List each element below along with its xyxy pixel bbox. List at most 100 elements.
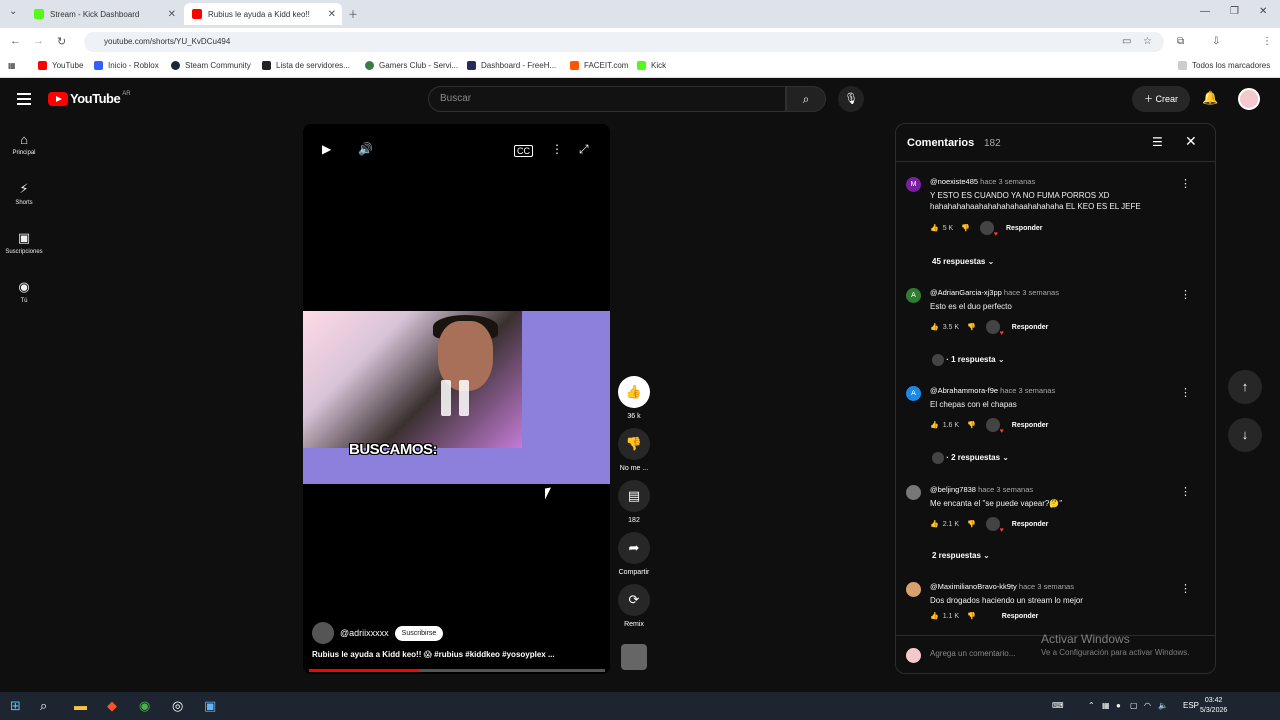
like-icon[interactable]: 👍 <box>930 612 939 620</box>
comments-button[interactable]: ▤ 182 <box>614 480 654 524</box>
browser-menu-icon[interactable]: ⋮ <box>1262 36 1272 47</box>
comment-author[interactable]: @MaximilianoBravo-kk9ty <box>930 582 1017 591</box>
fullscreen-icon[interactable]: ⤢ <box>579 142 589 157</box>
pause-icon[interactable] <box>441 380 473 416</box>
close-tab-icon[interactable]: ✕ <box>328 9 336 20</box>
youtube-logo[interactable]: YouTube AR <box>48 91 131 106</box>
shorts-player[interactable]: ▶ 🔊 CC ⋮ ⤢ BUSCAMOS: @adriixxxxx Suscrib… <box>303 124 610 674</box>
create-button[interactable]: ＋ Crear <box>1132 86 1190 112</box>
comment-author[interactable]: @beljing7838 <box>930 485 976 494</box>
previous-short-button[interactable]: ↑ <box>1228 370 1262 404</box>
commenter-avatar[interactable]: A <box>906 386 921 401</box>
file-explorer-icon[interactable]: ▬ <box>74 698 87 713</box>
menu-icon[interactable] <box>17 93 31 108</box>
maximize-icon[interactable]: ❐ <box>1230 6 1239 17</box>
close-icon[interactable]: ✕ <box>1185 133 1197 150</box>
replies-toggle[interactable]: · 1 respuesta ⌄ <box>932 354 1005 366</box>
channel-name[interactable]: @adriixxxxx <box>340 628 389 638</box>
mic-tray-icon[interactable]: ● <box>1116 701 1121 710</box>
sidebar-item-tu[interactable]: ◉ Tú <box>0 279 48 304</box>
commenter-avatar[interactable]: A <box>906 288 921 303</box>
volume-icon[interactable]: 🔊 <box>358 142 373 156</box>
cast-icon[interactable]: ▭ <box>1122 36 1131 47</box>
comment-menu-icon[interactable]: ⋮ <box>1180 288 1191 301</box>
bookmark-freeh[interactable]: Dashboard - FreeH... <box>467 61 556 70</box>
dislike-icon[interactable]: 👎 <box>961 224 970 232</box>
minimize-icon[interactable]: — <box>1200 6 1210 17</box>
bookmark-kick[interactable]: Kick <box>637 61 666 70</box>
reply-button[interactable]: Responder <box>1012 521 1049 528</box>
comment-menu-icon[interactable]: ⋮ <box>1180 386 1191 399</box>
chat-tray-icon[interactable]: ▢ <box>1130 701 1138 710</box>
bookmark-servers[interactable]: Lista de servidores... <box>262 61 350 70</box>
like-button[interactable]: 👍 36 k <box>614 376 654 420</box>
bookmark-youtube[interactable]: YouTube <box>38 61 83 70</box>
sidebar-item-suscripciones[interactable]: ▣ Suscripciones <box>0 230 48 255</box>
keyboard-icon[interactable]: ⌨ <box>1052 701 1064 710</box>
tab-list-icon[interactable]: ⌄ <box>9 6 17 17</box>
windows-start-icon[interactable]: ⊞ <box>10 698 21 714</box>
forward-icon[interactable]: → <box>33 35 44 47</box>
replies-toggle[interactable]: 2 respuestas ⌄ <box>932 551 990 560</box>
obs-icon[interactable]: ◎ <box>172 698 183 714</box>
video-frame[interactable]: BUSCAMOS: <box>303 311 610 484</box>
more-options-icon[interactable]: ⋮ <box>551 142 563 156</box>
comment-author[interactable]: @AdrianGarcia-xj3pp <box>930 288 1002 297</box>
wifi-icon[interactable]: ◠ <box>1144 701 1151 710</box>
back-icon[interactable]: ← <box>10 35 21 47</box>
reply-button[interactable]: Responder <box>1002 613 1039 620</box>
bookmark-faceit[interactable]: FACEIT.com <box>570 61 628 70</box>
comment-menu-icon[interactable]: ⋮ <box>1180 582 1191 595</box>
account-avatar[interactable] <box>1238 88 1260 110</box>
tray-arrow-icon[interactable]: ⌃ <box>1088 701 1095 710</box>
replies-toggle[interactable]: 45 respuestas ⌄ <box>932 257 994 266</box>
comment-author[interactable]: @Abrahammora-f9e <box>930 386 998 395</box>
captions-icon[interactable]: CC <box>514 145 533 157</box>
tab-kick-dashboard[interactable]: Stream - Kick Dashboard ✕ <box>26 3 182 25</box>
dislike-icon[interactable]: 👎 <box>967 612 976 620</box>
dislike-button[interactable]: 👎 No me ... <box>614 428 654 472</box>
reply-button[interactable]: Responder <box>1012 324 1049 331</box>
commenter-avatar[interactable] <box>906 582 921 597</box>
new-tab-icon[interactable]: ＋ <box>348 6 358 21</box>
tab-youtube-short[interactable]: Rubius le ayuda a Kidd keo!! ✕ <box>184 3 342 25</box>
clock[interactable]: 03:42 5/3/2026 <box>1200 696 1227 716</box>
voice-search-button[interactable]: 🎙 <box>838 86 864 112</box>
reload-icon[interactable]: ↻ <box>57 35 66 48</box>
speaker-icon[interactable]: 🔈 <box>1158 701 1168 710</box>
dislike-icon[interactable]: 👎 <box>967 520 976 528</box>
network-icon[interactable]: ▦ <box>1102 701 1110 710</box>
bookmark-steam[interactable]: Steam Community <box>171 61 251 70</box>
extensions-icon[interactable]: ⧉ <box>1177 36 1184 47</box>
downloads-icon[interactable]: ⇩ <box>1212 36 1220 47</box>
notifications-bell-icon[interactable]: 🔔 <box>1202 90 1218 106</box>
app-icon[interactable]: ▣ <box>204 698 216 714</box>
dislike-icon[interactable]: 👎 <box>967 421 976 429</box>
commenter-avatar[interactable] <box>906 485 921 500</box>
comment-menu-icon[interactable]: ⋮ <box>1180 485 1191 498</box>
language-indicator[interactable]: ESP <box>1183 701 1199 710</box>
dislike-icon[interactable]: 👎 <box>967 323 976 331</box>
subscribe-button[interactable]: Suscribirse <box>394 625 444 641</box>
like-icon[interactable]: 👍 <box>930 323 939 331</box>
reply-button[interactable]: Responder <box>1012 422 1049 429</box>
like-icon[interactable]: 👍 <box>930 421 939 429</box>
share-button[interactable]: ➦ Compartir <box>614 532 654 576</box>
play-icon[interactable]: ▶ <box>322 142 331 156</box>
close-tab-icon[interactable]: ✕ <box>168 9 176 20</box>
commenter-avatar[interactable]: M <box>906 177 921 192</box>
sidebar-item-shorts[interactable]: ⚡ Shorts <box>0 181 48 206</box>
all-bookmarks-folder[interactable]: Todos los marcadores <box>1178 61 1270 70</box>
comment-menu-icon[interactable]: ⋮ <box>1180 177 1191 190</box>
video-progress-bar[interactable] <box>309 669 605 672</box>
sound-thumbnail[interactable] <box>614 644 654 670</box>
brave-icon[interactable]: ◆ <box>107 698 117 714</box>
bookmark-star-icon[interactable]: ☆ <box>1143 36 1152 47</box>
like-icon[interactable]: 👍 <box>930 520 939 528</box>
search-button[interactable]: ⌕ <box>786 86 826 112</box>
bookmark-roblox[interactable]: Inicio - Roblox <box>94 61 159 70</box>
remix-button[interactable]: ⟳ Remix <box>614 584 654 628</box>
search-input[interactable]: Buscar <box>428 86 786 112</box>
apps-icon[interactable]: ▦ <box>8 61 16 70</box>
bookmark-gamers-club[interactable]: Gamers Club - Servi... <box>365 61 458 70</box>
